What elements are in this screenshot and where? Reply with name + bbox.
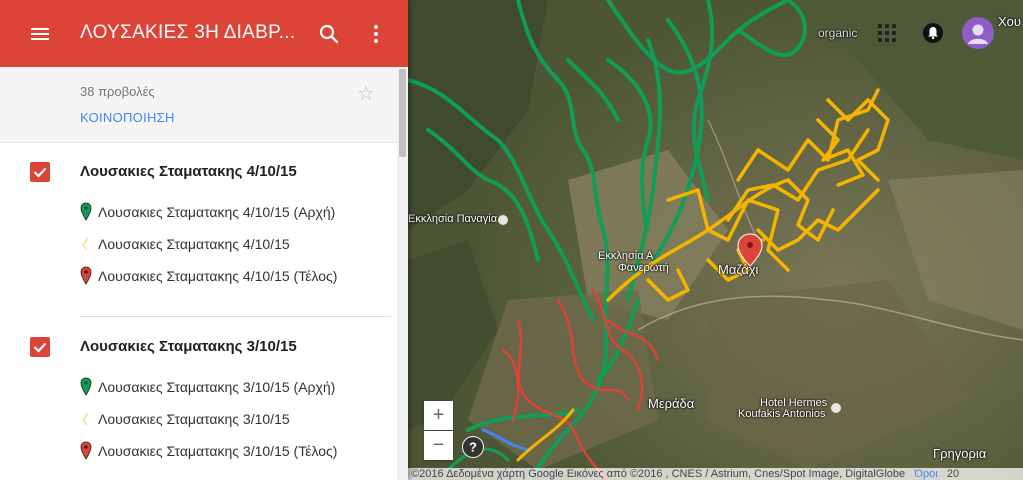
views-count: 38 προβολές	[80, 84, 155, 99]
green-pin-icon	[80, 202, 92, 221]
map-label-church-fan-2: Φανερωτή	[618, 262, 669, 274]
layer-1-item-start[interactable]: Λουσακιες Σταματακης 4/10/15 (Αρχή)	[80, 202, 335, 222]
red-pin-icon	[80, 441, 92, 460]
attribution-text: ©2016 Δεδομένα χάρτη Google Εικόνες από …	[411, 468, 906, 480]
search-icon[interactable]	[317, 22, 341, 46]
item-label: Λουσακιες Σταματακης 4/10/15	[98, 236, 290, 252]
track-line-icon	[81, 237, 89, 251]
map-label-village: Μαζάχι	[718, 262, 759, 277]
account-avatar-icon[interactable]	[962, 17, 994, 54]
panel-scrollbar[interactable]	[397, 67, 408, 480]
layer-1-item-track[interactable]: Λουσακιες Σταματακης 4/10/15	[80, 234, 290, 254]
item-label: Λουσακιες Σταματακης 3/10/15 (Τέλος)	[98, 443, 338, 459]
apps-icon[interactable]	[878, 24, 896, 47]
item-label: Λουσακιες Σταματακης 4/10/15 (Τέλος)	[98, 268, 338, 284]
layer-1-item-end[interactable]: Λουσακιες Σταματακης 4/10/15 (Τέλος)	[80, 266, 337, 286]
layer-2-item-track[interactable]: Λουσακιες Σταματακης 3/10/15	[80, 409, 290, 429]
map-label-grigoria: Γρηγορια	[933, 446, 987, 461]
red-pin-icon	[80, 266, 92, 285]
map-label-top-right: Χου	[998, 14, 1022, 29]
item-label: Λουσακιες Σταματακης 4/10/15 (Αρχή)	[98, 204, 336, 220]
map-attribution: ©2016 Δεδομένα χάρτη Google Εικόνες από …	[408, 468, 1023, 480]
layer-2-item-start[interactable]: Λουσακιες Σταματακης 3/10/15 (Αρχή)	[80, 377, 335, 397]
map-label-organic: organic	[818, 26, 858, 40]
star-icon[interactable]: ☆	[357, 81, 375, 106]
panel-header: ΛΟΥΣΑΚΙΕΣ 3Η ΔΙΑΒΡ...	[0, 0, 408, 67]
item-label: Λουσακιες Σταματακης 3/10/15 (Αρχή)	[98, 379, 336, 395]
zoom-in-button[interactable]: +	[424, 401, 453, 430]
layer-checkbox-2[interactable]	[30, 337, 50, 357]
satellite-map	[408, 0, 1023, 480]
scrollbar-thumb[interactable]	[399, 69, 406, 157]
zoom-out-button[interactable]: −	[424, 431, 453, 460]
map-info-box: 38 προβολές ΚΟΙΝΟΠΟΙΗΣΗ ☆	[0, 67, 397, 143]
map-canvas[interactable]: Εκκλησία Παναγία Εκκλησία Α Φανερωτή Μαζ…	[408, 0, 1023, 480]
map-label-church-fan-1: Εκκλησία Α	[598, 250, 654, 262]
layers-panel: ΛΟΥΣΑΚΙΕΣ 3Η ΔΙΑΒΡ... 38 προβολές ΚΟΙΝΟΠ…	[0, 0, 408, 480]
layer-2-item-end[interactable]: Λουσακιες Σταματακης 3/10/15 (Τέλος)	[80, 441, 337, 461]
layer-checkbox-1[interactable]	[30, 162, 50, 182]
layer-title-1[interactable]: Λουσακιες Σταματακης 4/10/15	[80, 163, 297, 180]
layer-divider	[80, 316, 391, 317]
map-label-merada: Μεράδα	[648, 396, 695, 411]
notifications-icon[interactable]	[922, 22, 944, 49]
map-label-church-panagia: Εκκλησία Παναγία	[408, 213, 498, 225]
item-label: Λουσακιες Σταματακης 3/10/15	[98, 411, 290, 427]
share-link[interactable]: ΚΟΙΝΟΠΟΙΗΣΗ	[80, 110, 175, 125]
layer-title-2[interactable]: Λουσακιες Σταματακης 3/10/15	[80, 338, 297, 355]
green-pin-icon	[80, 377, 92, 396]
map-title: ΛΟΥΣΑΚΙΕΣ 3Η ΔΙΑΒΡ...	[80, 22, 296, 43]
scale-text: 20	[946, 468, 960, 480]
terms-link[interactable]: Όροι	[914, 468, 937, 480]
track-line-icon	[81, 412, 89, 426]
svg-text:?: ?	[469, 440, 477, 455]
help-icon[interactable]: ?	[462, 436, 484, 458]
more-vert-icon[interactable]	[364, 22, 388, 46]
menu-icon[interactable]	[28, 22, 52, 46]
map-label-hotel-2: Koufakis Antonios	[738, 408, 826, 420]
